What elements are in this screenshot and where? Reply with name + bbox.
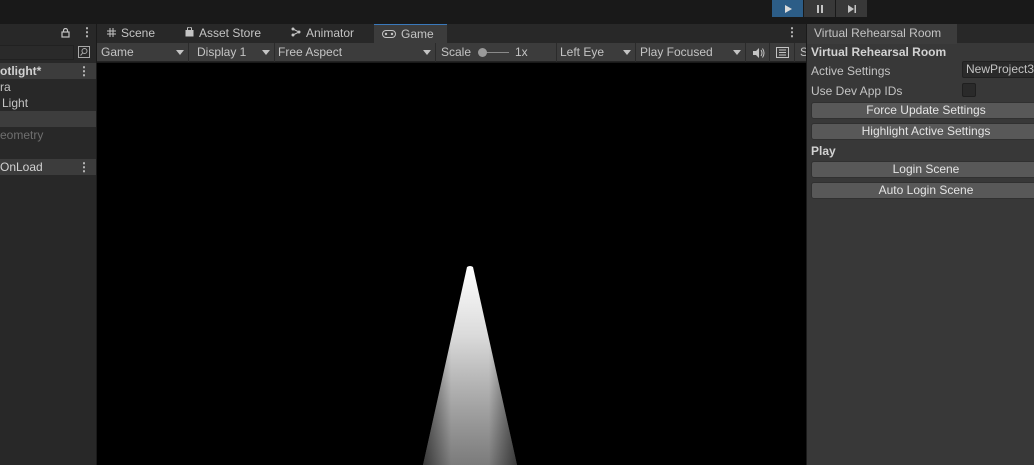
play-icon: [784, 4, 792, 13]
dontdestroyonload-row[interactable]: OnLoad ⋮: [0, 159, 96, 175]
mode-value: Game: [101, 45, 134, 59]
hierarchy-item-label: OnLoad: [0, 160, 43, 174]
scale-label: Scale: [441, 45, 472, 59]
eye-value: Left Eye: [560, 45, 605, 59]
tab-scene[interactable]: Scene: [99, 24, 155, 43]
play-button[interactable]: [772, 0, 803, 17]
grid-icon: [107, 24, 116, 43]
pause-button[interactable]: [804, 0, 835, 17]
chevron-down-icon: [623, 50, 631, 55]
display-value: Display 1: [197, 45, 247, 59]
chevron-down-icon: [262, 50, 270, 55]
tab-asset-store[interactable]: Asset Store: [177, 24, 261, 43]
playmode-controls: [772, 0, 867, 17]
active-settings-field[interactable]: NewProject3: [962, 61, 1034, 78]
eye-dropdown[interactable]: Left Eye: [556, 43, 636, 62]
hierarchy-item-label: ra: [0, 80, 11, 94]
tab-label: Virtual Rehearsal Room: [814, 26, 942, 40]
spotlight-cone: [423, 266, 517, 465]
hierarchy-item[interactable]: Light: [0, 95, 96, 111]
scale-slider-thumb[interactable]: [478, 48, 487, 57]
pause-icon: [816, 4, 823, 13]
mute-audio-button[interactable]: [748, 43, 770, 62]
tab-label: Asset Store: [199, 26, 262, 40]
hierarchy-item[interactable]: ra: [0, 79, 96, 95]
step-button[interactable]: [836, 0, 867, 17]
scene-name: otlight*: [0, 64, 42, 78]
tab-label: Scene: [121, 26, 156, 40]
game-viewport[interactable]: [97, 63, 806, 465]
speaker-icon: [753, 48, 765, 58]
stats-button[interactable]: [771, 43, 795, 62]
tab-game[interactable]: Game: [374, 24, 447, 44]
hierarchy-panel: ⋮ otlight* ⋮ ra Light eometry OnLoad ⋮: [0, 24, 96, 465]
play-focus-value: Play Focused: [640, 45, 713, 59]
aspect-value: Free Aspect: [278, 45, 343, 59]
tab-virtual-rehearsal-room[interactable]: Virtual Rehearsal Room: [807, 24, 957, 44]
chevron-down-icon: [733, 50, 741, 55]
hierarchy-search-input[interactable]: [0, 45, 74, 60]
scene-menu-icon[interactable]: ⋮: [78, 159, 90, 175]
scene-menu-icon[interactable]: ⋮: [78, 63, 90, 79]
aspect-dropdown[interactable]: Free Aspect: [274, 43, 436, 62]
gamepad-icon: [382, 25, 396, 43]
hierarchy-menu-icon[interactable]: ⋮: [81, 25, 93, 39]
highlight-active-settings-button[interactable]: Highlight Active Settings: [811, 123, 1034, 140]
use-dev-app-ids-label: Use Dev App IDs: [811, 84, 903, 98]
lock-icon[interactable]: [61, 28, 70, 38]
hierarchy-item[interactable]: eometry: [0, 127, 96, 143]
view-tab-bar: Scene Asset Store Animator Game ⋮: [97, 24, 806, 44]
inspector-tab-row: Virtual Rehearsal Room: [807, 24, 1034, 44]
inspector-panel: Virtual Rehearsal Room Virtual Rehearsal…: [807, 24, 1034, 465]
chevron-down-icon: [423, 50, 431, 55]
hierarchy-item-label: eometry: [0, 128, 44, 142]
bag-icon: [185, 24, 194, 43]
stats-icon: [776, 47, 789, 58]
game-toolbar: Game Display 1 Free Aspect Scale 1x Left…: [97, 43, 808, 62]
view-menu-icon[interactable]: ⋮: [786, 25, 798, 39]
search-scene-icon[interactable]: [78, 46, 90, 58]
display-dropdown[interactable]: Display 1: [193, 43, 275, 62]
hierarchy-item-label: Light: [2, 96, 29, 110]
scale-control[interactable]: Scale 1x: [437, 43, 557, 62]
hierarchy-tab-row: ⋮: [0, 24, 96, 42]
scene-header-row[interactable]: otlight* ⋮: [0, 63, 96, 79]
step-icon: [847, 4, 856, 13]
active-settings-label: Active Settings: [811, 64, 891, 78]
auto-login-scene-button[interactable]: Auto Login Scene: [811, 182, 1034, 199]
mode-dropdown[interactable]: Game: [97, 43, 189, 62]
hierarchy-item-selected[interactable]: [0, 111, 96, 127]
tab-animator[interactable]: Animator: [283, 24, 354, 43]
play-section-header: Play: [811, 144, 836, 158]
animator-icon: [291, 24, 301, 43]
force-update-settings-button[interactable]: Force Update Settings: [811, 102, 1034, 119]
play-focus-dropdown[interactable]: Play Focused: [636, 43, 746, 62]
main-toolbar: [0, 0, 1034, 18]
login-scene-button[interactable]: Login Scene: [811, 161, 1034, 178]
tab-label: Animator: [306, 26, 355, 40]
use-dev-app-ids-checkbox[interactable]: [962, 83, 976, 97]
chevron-down-icon: [176, 50, 184, 55]
hierarchy-search-row: [0, 43, 96, 62]
scale-value: 1x: [515, 45, 528, 59]
tab-label: Game: [401, 27, 434, 41]
section-header: Virtual Rehearsal Room: [811, 45, 947, 59]
